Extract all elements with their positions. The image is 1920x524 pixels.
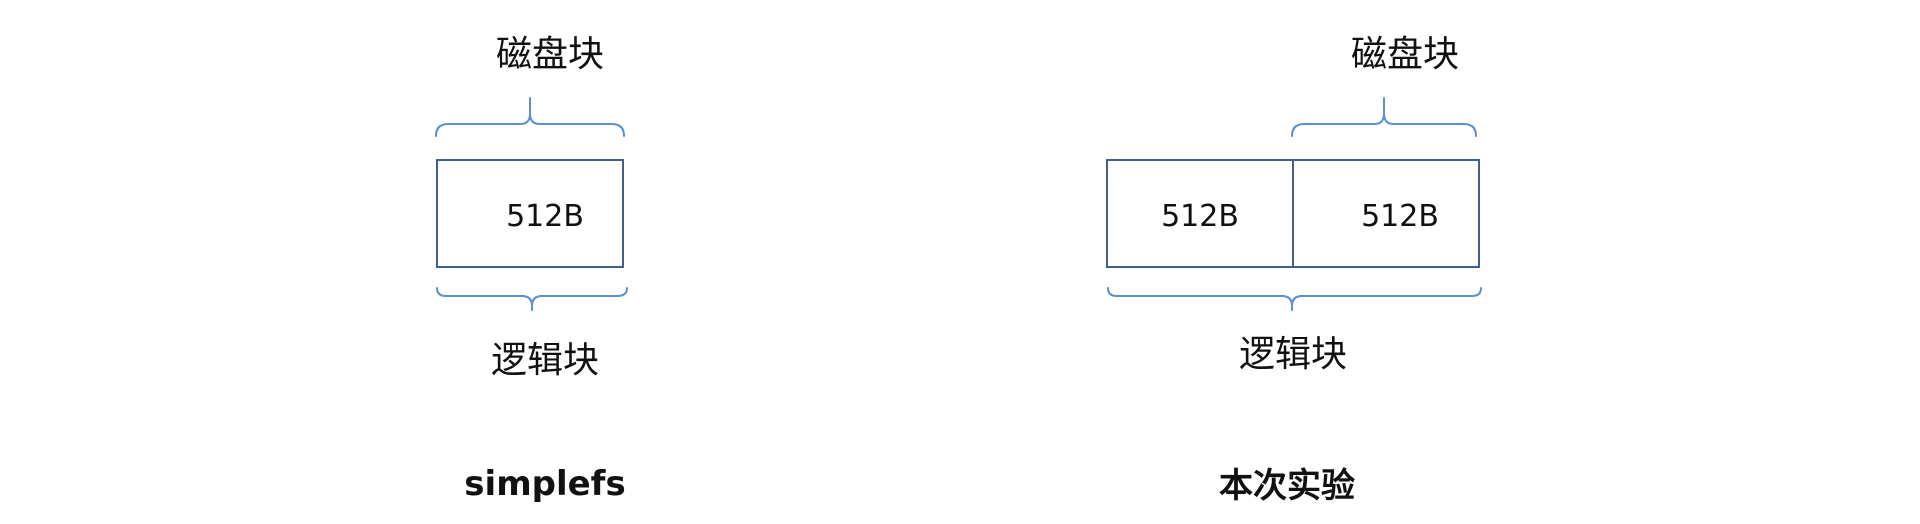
left-top-brace	[435, 97, 625, 137]
right-logical-block-label: 逻辑块	[1239, 334, 1347, 375]
right-top-brace	[1291, 97, 1477, 137]
right-disk-block-label: 磁盘块	[1351, 34, 1459, 75]
left-bottom-brace	[436, 287, 628, 311]
block-diagram: 磁盘块 512B 逻辑块 simplefs 磁盘块 512B 512B 逻辑块 …	[435, 34, 1482, 506]
left-cell-text: 512B	[506, 199, 584, 234]
left-logical-block-label: 逻辑块	[491, 340, 599, 381]
simplefs-caption: simplefs	[464, 464, 625, 504]
right-bottom-brace	[1107, 287, 1482, 311]
right-cell-2-text: 512B	[1361, 199, 1439, 234]
left-disk-block-label: 磁盘块	[496, 34, 604, 75]
experiment-group: 磁盘块 512B 512B 逻辑块 本次实验	[1106, 34, 1482, 506]
right-cell-1-text: 512B	[1161, 199, 1239, 234]
simplefs-group: 磁盘块 512B 逻辑块 simplefs	[435, 34, 628, 504]
experiment-caption: 本次实验	[1219, 466, 1355, 506]
